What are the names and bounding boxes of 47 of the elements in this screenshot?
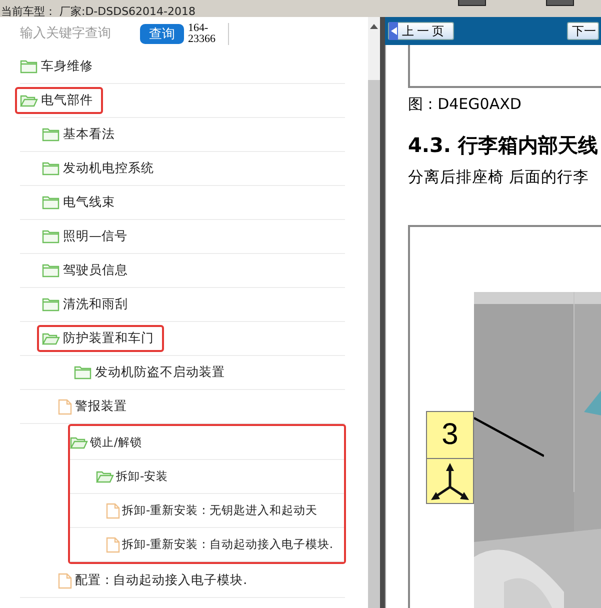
folder-icon [74,365,92,380]
highlighted-tree-item[interactable]: 防护装置和车门 [37,325,164,352]
folder-icon [42,195,60,210]
tree-item[interactable]: 照明—信号 [42,228,128,245]
document-icon [58,572,72,588]
code-text: 164- 23366 [188,22,228,44]
search-field[interactable]: 输入关键字查询 [20,26,136,41]
folder-icon [20,59,38,74]
tree-item[interactable]: 清洗和雨刮 [42,296,128,313]
tree-item[interactable]: 拆卸-安装 [96,469,168,484]
folder-icon [42,263,60,278]
previous-page-button[interactable]: 上一页 [388,22,454,40]
folder-icon [42,331,60,346]
tree-item[interactable]: 发动机防盗不启动装置 [74,364,225,381]
tree-item[interactable]: 发动机电控系统 [42,160,154,177]
folder-icon [96,469,114,484]
tree-item[interactable]: 基本看法 [42,126,115,143]
folder-icon [42,161,60,176]
tree-item[interactable]: 驾驶员信息 [42,262,128,279]
folder-icon [42,229,60,244]
folder-icon [42,297,60,312]
document-icon [58,398,72,414]
document-icon [106,502,120,518]
tree-item[interactable]: 电气线束 [42,194,115,211]
callout-number: 3 [427,412,473,459]
document-icon [106,536,120,552]
tree-item[interactable]: 锁止/解锁 [70,435,142,450]
paragraph: 分离后排座椅 后面的行李 [408,167,590,188]
toolbar-icon[interactable] [458,0,486,6]
scroll-up-icon[interactable] [370,24,378,29]
tree-item[interactable]: 车身维修 [20,58,93,75]
vehicle-status: 当前车型： 厂家:D-DSDS62014-2018 [0,6,197,17]
tree-item[interactable]: 拆卸-重新安装 : 无钥匙进入和起动天 [106,502,318,518]
highlighted-tree-item[interactable]: 电气部件 [15,87,103,114]
folder-icon [42,127,60,142]
tree-item[interactable]: 拆卸-重新安装 : 自动起动接入电子模块. [106,536,333,552]
left-arrow-icon [390,27,396,35]
tree-item[interactable]: 配置 : 自动起动接入电子模块. [58,572,248,589]
leader-line [474,417,544,457]
search-button[interactable]: 查询 [140,24,184,44]
toolbar-icon[interactable] [546,0,574,6]
section-heading: 4.3. 行李箱内部天线 [408,132,599,159]
folder-icon [70,435,88,450]
next-page-button[interactable]: 下一 [567,22,599,40]
folder-icon [20,93,38,108]
figure-caption: 图 : D4EG0AXD [408,95,522,114]
tree-item[interactable]: 警报装置 [58,398,127,415]
